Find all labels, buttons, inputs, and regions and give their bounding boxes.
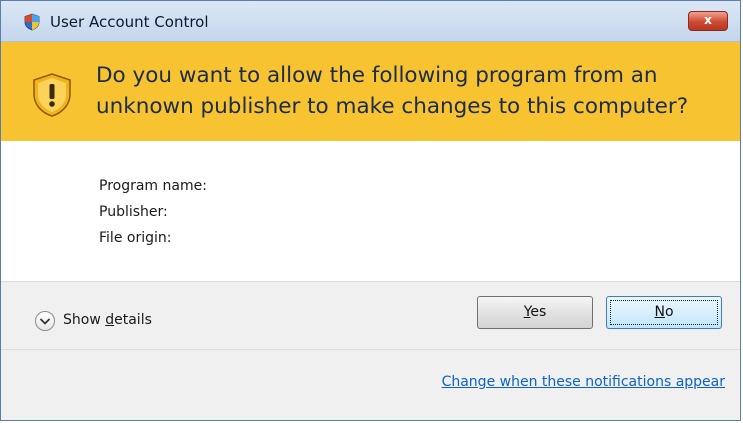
chevron-down-icon — [35, 311, 55, 331]
shield-icon — [23, 13, 41, 31]
yes-rest: es — [530, 304, 547, 320]
details-accel: d — [105, 312, 115, 328]
warning-banner: Do you want to allow the following progr… — [1, 42, 740, 141]
show-details-label: Show details — [63, 312, 152, 328]
focus-rectangle — [610, 300, 718, 325]
program-info: Program name: Publisher: File origin: — [1, 141, 740, 281]
title-bar: User Account Control x — [1, 1, 740, 42]
close-button[interactable]: x — [688, 11, 728, 31]
banner-question: Do you want to allow the following progr… — [96, 63, 689, 119]
footer-divider — [1, 349, 740, 350]
yes-button[interactable]: Yes — [477, 296, 593, 329]
program-name-label: Program name: — [99, 178, 207, 194]
file-origin-label: File origin: — [99, 230, 172, 246]
warning-shield-icon — [31, 72, 73, 118]
no-button[interactable]: No — [606, 296, 722, 329]
details-prefix: Show — [63, 312, 106, 328]
window-title: User Account Control — [50, 13, 209, 31]
change-notifications-link[interactable]: Change when these notifications appear — [442, 374, 725, 390]
uac-dialog: User Account Control x Do you want to al… — [0, 0, 741, 421]
publisher-label: Publisher: — [99, 204, 168, 220]
dialog-footer: Show details Yes No Change when these no… — [1, 281, 740, 420]
close-icon: x — [704, 13, 712, 27]
details-suffix: etails — [114, 312, 152, 328]
